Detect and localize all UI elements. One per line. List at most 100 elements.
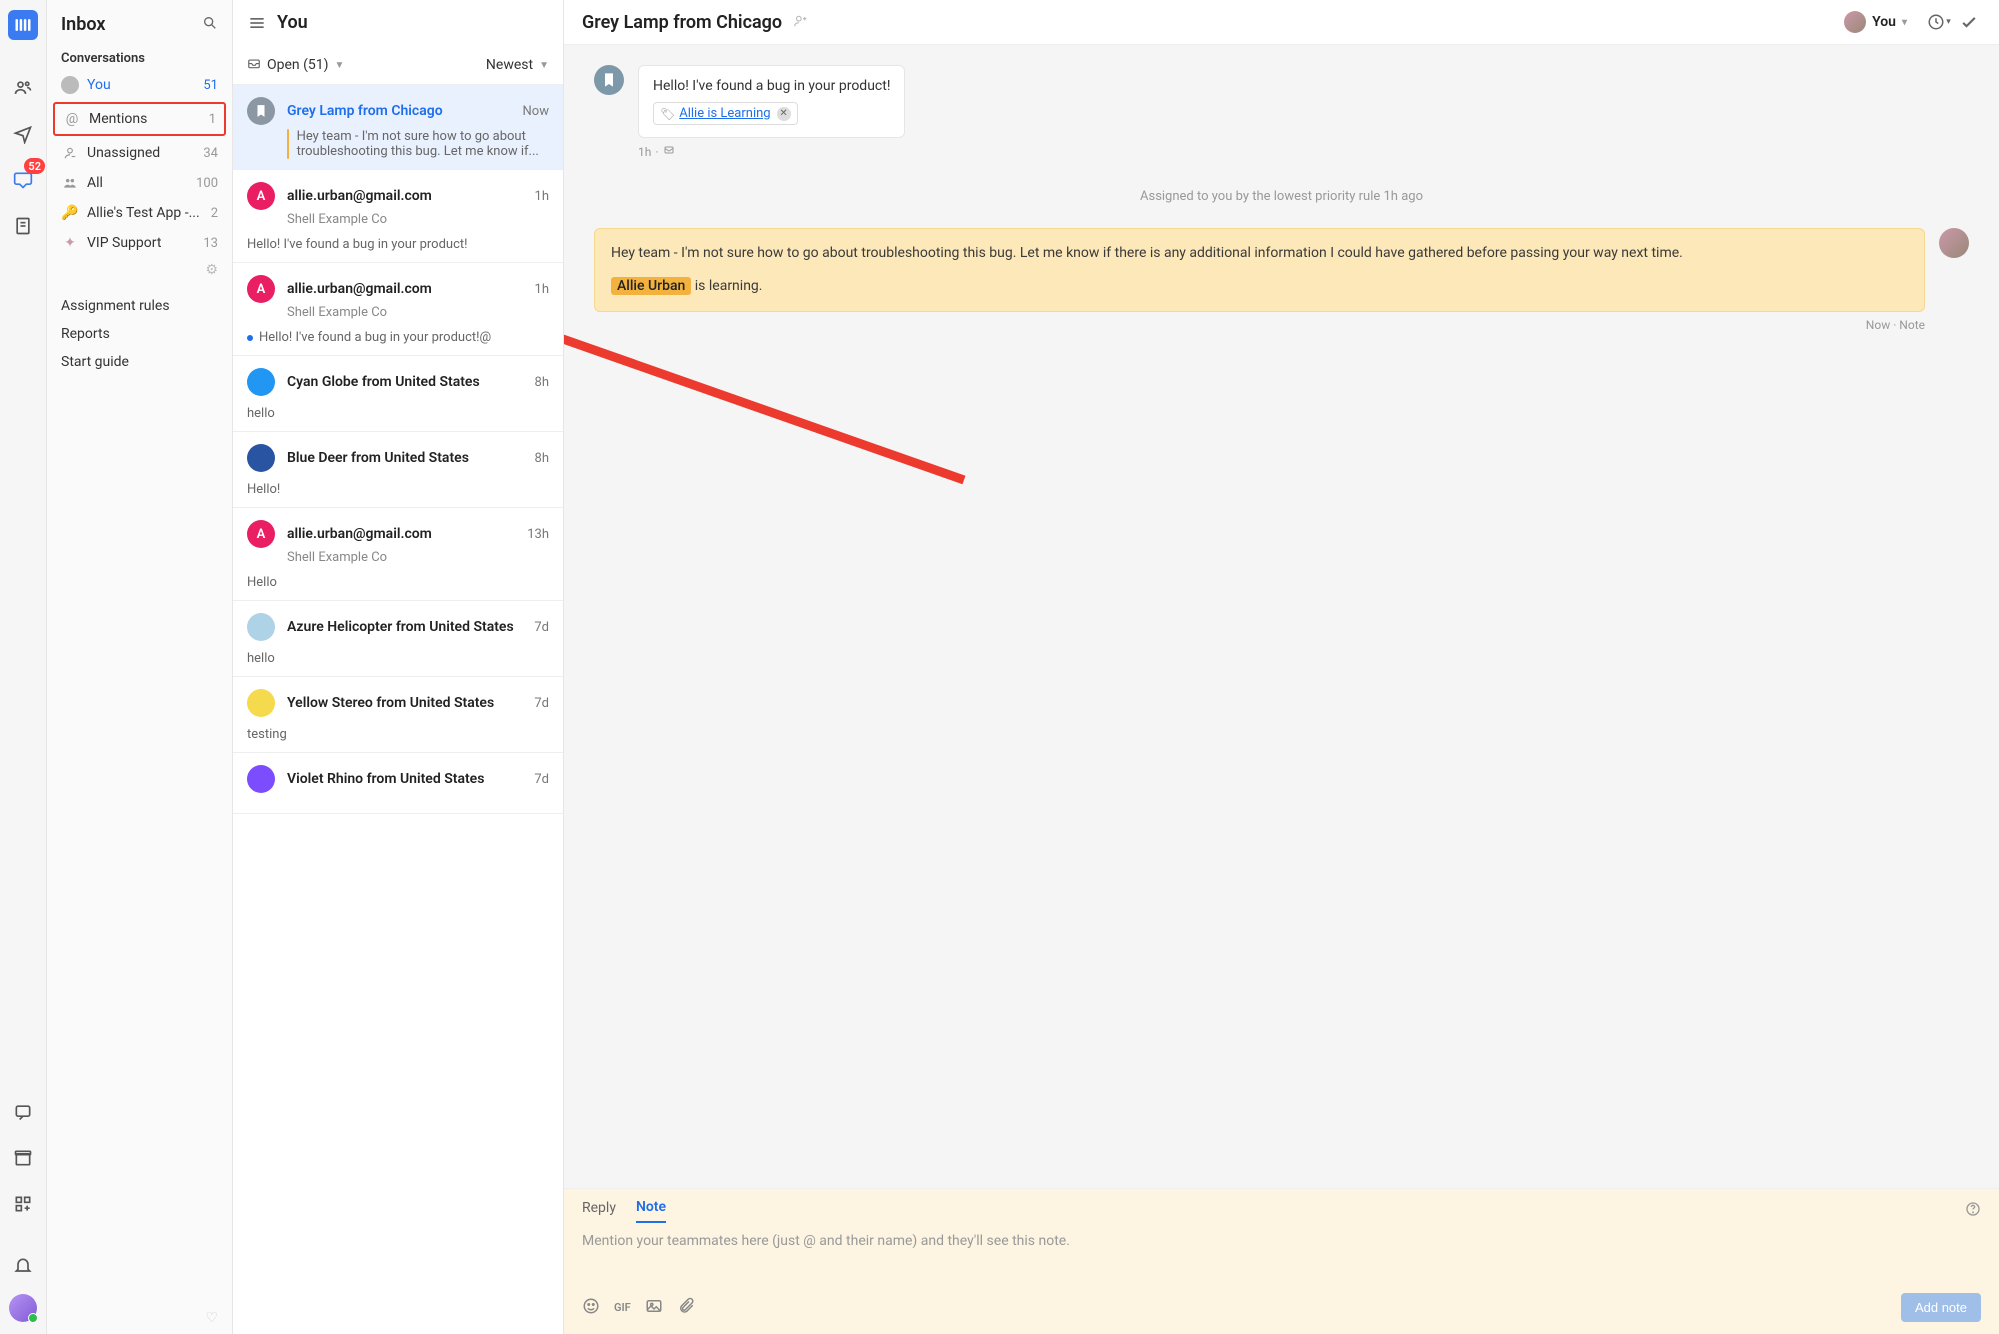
conversation-item[interactable]: Grey Lamp from ChicagoNowHey team - I'm … [233, 85, 563, 170]
conv-time: 1h [535, 282, 549, 297]
conv-preview: Hello! I've found a bug in your product! [247, 237, 467, 252]
teammate-avatar-icon [1939, 228, 1969, 258]
conversation-item[interactable]: Cyan Globe from United States8h hello [233, 356, 563, 432]
conv-preview: testing [247, 727, 287, 742]
conv-preview: hello [247, 406, 275, 421]
people-icon [61, 174, 79, 192]
emoji-icon[interactable] [582, 1297, 600, 1319]
note-text: Hey team - I'm not sure how to go about … [611, 243, 1908, 264]
unassigned-icon [61, 144, 79, 162]
chevron-down-icon: ▼ [539, 60, 549, 71]
sidebar-item-label: Unassigned [87, 145, 203, 161]
conv-preview: Hello! [247, 482, 280, 497]
inbox-icon [247, 56, 261, 74]
tag-remove-icon[interactable]: ✕ [777, 107, 791, 121]
assignee-dropdown[interactable]: You ▾ [1844, 11, 1907, 33]
note-input[interactable] [582, 1233, 1981, 1273]
rail-contacts-icon[interactable] [5, 70, 41, 106]
conversation-item[interactable]: Aallie.urban@gmail.com1hShell Example Co… [233, 170, 563, 263]
add-note-button[interactable]: Add note [1901, 1293, 1981, 1322]
note-meta: Now · Note [594, 318, 1969, 332]
gif-icon[interactable]: GIF [614, 1301, 631, 1314]
assignment-info: Assigned to you by the lowest priority r… [594, 189, 1969, 204]
conv-from: allie.urban@gmail.com [287, 526, 527, 542]
sidebar-link-reports[interactable]: Reports [61, 320, 218, 348]
attachment-icon[interactable] [677, 1297, 695, 1319]
rail-send-icon[interactable] [5, 116, 41, 152]
hamburger-icon[interactable] [247, 13, 267, 33]
gear-icon[interactable]: ⚙ [205, 262, 218, 278]
conversation-title: Grey Lamp from Chicago [582, 12, 782, 33]
sidebar-item-count: 34 [203, 146, 218, 161]
sidebar-title: Inbox [61, 14, 202, 35]
conv-time: 7d [534, 696, 549, 711]
conv-from: Yellow Stereo from United States [287, 695, 534, 711]
conversation-item[interactable]: Aallie.urban@gmail.com1hShell Example Co… [233, 263, 563, 356]
conv-from: Azure Helicopter from United States [287, 619, 534, 635]
conv-avatar-icon: A [247, 520, 275, 548]
rail-apps-icon[interactable] [5, 1186, 41, 1222]
sidebar-item-you[interactable]: You 51 [47, 70, 232, 100]
sidebar-section-label: Conversations [47, 43, 232, 70]
add-participant-icon[interactable] [793, 14, 807, 32]
rail-articles-icon[interactable] [5, 208, 41, 244]
conv-time: 8h [535, 451, 549, 466]
conv-avatar-icon [247, 689, 275, 717]
sidebar-link-assignment-rules[interactable]: Assignment rules [61, 292, 218, 320]
rail-chat-icon[interactable] [5, 1094, 41, 1130]
sidebar-item-all[interactable]: All 100 [47, 168, 232, 198]
sidebar-mentions-highlight: @ Mentions 1 [53, 102, 226, 136]
conv-company: Shell Example Co [287, 550, 549, 565]
sidebar-item-vip[interactable]: ✦ VIP Support 13 [47, 228, 232, 258]
tab-note[interactable]: Note [636, 1199, 666, 1223]
sidebar-item-mentions[interactable]: @ Mentions 1 [55, 104, 224, 134]
customer-avatar-icon [594, 65, 624, 95]
tab-reply[interactable]: Reply [582, 1200, 616, 1222]
conversation-item[interactable]: Violet Rhino from United States7d [233, 753, 563, 814]
conv-company: Shell Example Co [287, 305, 549, 320]
conv-from: Blue Deer from United States [287, 450, 535, 466]
conv-from: Cyan Globe from United States [287, 374, 535, 390]
chevron-down-icon: ▼ [335, 60, 345, 71]
rail-messages-icon[interactable]: 52 [5, 162, 41, 198]
conversation-tag[interactable]: 🏷 Allie is Learning ✕ [653, 102, 798, 125]
sidebar-item-count: 1 [209, 112, 216, 127]
sparkle-icon: ✦ [61, 234, 79, 252]
nav-rail: 52 [0, 0, 47, 1334]
mention-pill[interactable]: Allie Urban [611, 277, 691, 295]
filter-open-dropdown[interactable]: Open (51) ▼ [247, 56, 344, 74]
unread-dot-icon [247, 335, 253, 341]
conversation-item[interactable]: Blue Deer from United States8h Hello! [233, 432, 563, 508]
sidebar-item-test-app[interactable]: 🔑 Allie's Test App -... 2 [47, 198, 232, 228]
conv-from: Violet Rhino from United States [287, 771, 534, 787]
help-icon[interactable] [1965, 1201, 1981, 1221]
conversation-item[interactable]: Azure Helicopter from United States7dhel… [233, 601, 563, 677]
close-conversation-icon[interactable] [1957, 10, 1981, 34]
rail-notifications-icon[interactable] [5, 1248, 41, 1284]
sidebar: Inbox Conversations You 51 @ Mentions 1 … [47, 0, 233, 1334]
sidebar-item-unassigned[interactable]: Unassigned 34 [47, 138, 232, 168]
conversation-item[interactable]: Aallie.urban@gmail.com13hShell Example C… [233, 508, 563, 601]
conv-time: 7d [534, 620, 549, 635]
sort-dropdown[interactable]: Newest ▼ [486, 57, 549, 73]
assignee-label: You [1872, 14, 1896, 30]
sidebar-link-start-guide[interactable]: Start guide [61, 348, 218, 376]
search-icon[interactable] [202, 15, 218, 35]
avatar-icon [61, 76, 79, 94]
app-logo[interactable] [8, 10, 38, 40]
conversation-item[interactable]: Yellow Stereo from United States7d testin… [233, 677, 563, 753]
tag-label: Allie is Learning [679, 106, 770, 121]
image-icon[interactable] [645, 1297, 663, 1319]
conv-from: Grey Lamp from Chicago [287, 103, 523, 119]
heart-icon[interactable]: ♡ [47, 1302, 232, 1334]
internal-note: Hey team - I'm not sure how to go about … [594, 228, 1925, 312]
conv-avatar-icon [247, 97, 275, 125]
tag-icon: 🏷 [660, 107, 675, 121]
conv-time: 8h [535, 375, 549, 390]
conv-company: Shell Example Co [287, 212, 549, 227]
conv-time: 7d [534, 772, 549, 787]
snooze-icon[interactable]: ▾ [1927, 10, 1951, 34]
rail-user-avatar[interactable] [9, 1294, 37, 1322]
rail-archive-icon[interactable] [5, 1140, 41, 1176]
composer: Reply Note GIF Add note [564, 1188, 1999, 1334]
